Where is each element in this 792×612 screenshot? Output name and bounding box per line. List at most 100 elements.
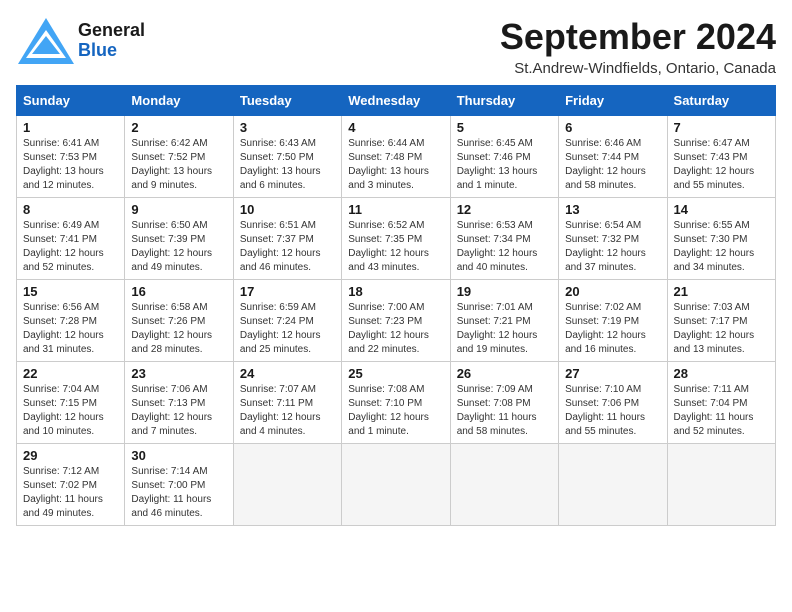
day-number: 18 [348,284,443,299]
day-header-friday: Friday [559,86,667,116]
day-detail: Sunrise: 7:10 AMSunset: 7:06 PMDaylight:… [565,383,660,439]
day-detail: Sunrise: 6:50 AMSunset: 7:39 PMDaylight:… [131,219,226,275]
day-detail: Sunrise: 7:06 AMSunset: 7:13 PMDaylight:… [131,383,226,439]
day-detail: Sunrise: 6:47 AMSunset: 7:43 PMDaylight:… [674,137,769,193]
logo-text: General Blue [78,21,145,61]
day-number: 16 [131,284,226,299]
day-detail: Sunrise: 7:14 AMSunset: 7:00 PMDaylight:… [131,465,226,521]
calendar-cell [450,444,558,526]
calendar-cell: 9 Sunrise: 6:50 AMSunset: 7:39 PMDayligh… [125,198,233,280]
day-detail: Sunrise: 7:08 AMSunset: 7:10 PMDaylight:… [348,383,443,439]
day-number: 1 [23,120,118,135]
calendar-cell [559,444,667,526]
calendar-cell: 15 Sunrise: 6:56 AMSunset: 7:28 PMDaylig… [17,280,125,362]
calendar-cell: 10 Sunrise: 6:51 AMSunset: 7:37 PMDaylig… [233,198,341,280]
day-detail: Sunrise: 6:45 AMSunset: 7:46 PMDaylight:… [457,137,552,193]
day-number: 30 [131,448,226,463]
day-detail: Sunrise: 7:02 AMSunset: 7:19 PMDaylight:… [565,301,660,357]
day-number: 19 [457,284,552,299]
day-number: 23 [131,366,226,381]
month-title: September 2024 [500,16,776,58]
logo-general: General [78,21,145,41]
day-number: 17 [240,284,335,299]
calendar-cell: 21 Sunrise: 7:03 AMSunset: 7:17 PMDaylig… [667,280,775,362]
calendar-body: 1 Sunrise: 6:41 AMSunset: 7:53 PMDayligh… [17,116,776,526]
calendar-week-3: 15 Sunrise: 6:56 AMSunset: 7:28 PMDaylig… [17,280,776,362]
day-number: 20 [565,284,660,299]
day-header-tuesday: Tuesday [233,86,341,116]
calendar-cell: 11 Sunrise: 6:52 AMSunset: 7:35 PMDaylig… [342,198,450,280]
day-detail: Sunrise: 6:49 AMSunset: 7:41 PMDaylight:… [23,219,118,275]
day-number: 6 [565,120,660,135]
day-number: 24 [240,366,335,381]
calendar-cell: 16 Sunrise: 6:58 AMSunset: 7:26 PMDaylig… [125,280,233,362]
calendar-cell: 2 Sunrise: 6:42 AMSunset: 7:52 PMDayligh… [125,116,233,198]
logo-icon [16,16,76,66]
logo-blue: Blue [78,41,145,61]
day-detail: Sunrise: 6:42 AMSunset: 7:52 PMDaylight:… [131,137,226,193]
calendar-cell: 1 Sunrise: 6:41 AMSunset: 7:53 PMDayligh… [17,116,125,198]
calendar-cell: 18 Sunrise: 7:00 AMSunset: 7:23 PMDaylig… [342,280,450,362]
day-detail: Sunrise: 6:59 AMSunset: 7:24 PMDaylight:… [240,301,335,357]
calendar-cell: 13 Sunrise: 6:54 AMSunset: 7:32 PMDaylig… [559,198,667,280]
day-detail: Sunrise: 7:12 AMSunset: 7:02 PMDaylight:… [23,465,118,521]
day-number: 10 [240,202,335,217]
calendar-cell: 29 Sunrise: 7:12 AMSunset: 7:02 PMDaylig… [17,444,125,526]
title-area: September 2024 St.Andrew-Windfields, Ont… [500,16,776,77]
calendar-cell [342,444,450,526]
page-header: General Blue September 2024 St.Andrew-Wi… [16,16,776,77]
day-number: 12 [457,202,552,217]
day-header-thursday: Thursday [450,86,558,116]
calendar-cell: 19 Sunrise: 7:01 AMSunset: 7:21 PMDaylig… [450,280,558,362]
calendar-cell: 4 Sunrise: 6:44 AMSunset: 7:48 PMDayligh… [342,116,450,198]
day-number: 4 [348,120,443,135]
day-detail: Sunrise: 6:54 AMSunset: 7:32 PMDaylight:… [565,219,660,275]
day-number: 9 [131,202,226,217]
calendar-header-row: SundayMondayTuesdayWednesdayThursdayFrid… [17,86,776,116]
day-detail: Sunrise: 6:46 AMSunset: 7:44 PMDaylight:… [565,137,660,193]
logo: General Blue [16,16,145,66]
calendar-cell: 5 Sunrise: 6:45 AMSunset: 7:46 PMDayligh… [450,116,558,198]
calendar-cell: 8 Sunrise: 6:49 AMSunset: 7:41 PMDayligh… [17,198,125,280]
day-header-monday: Monday [125,86,233,116]
calendar-cell: 22 Sunrise: 7:04 AMSunset: 7:15 PMDaylig… [17,362,125,444]
day-detail: Sunrise: 6:43 AMSunset: 7:50 PMDaylight:… [240,137,335,193]
calendar-cell [667,444,775,526]
calendar-cell: 7 Sunrise: 6:47 AMSunset: 7:43 PMDayligh… [667,116,775,198]
day-detail: Sunrise: 7:00 AMSunset: 7:23 PMDaylight:… [348,301,443,357]
day-number: 26 [457,366,552,381]
calendar-cell: 23 Sunrise: 7:06 AMSunset: 7:13 PMDaylig… [125,362,233,444]
day-number: 28 [674,366,769,381]
calendar-cell: 12 Sunrise: 6:53 AMSunset: 7:34 PMDaylig… [450,198,558,280]
day-number: 29 [23,448,118,463]
location-title: St.Andrew-Windfields, Ontario, Canada [500,60,776,77]
day-detail: Sunrise: 7:01 AMSunset: 7:21 PMDaylight:… [457,301,552,357]
day-number: 3 [240,120,335,135]
calendar-week-4: 22 Sunrise: 7:04 AMSunset: 7:15 PMDaylig… [17,362,776,444]
day-detail: Sunrise: 6:41 AMSunset: 7:53 PMDaylight:… [23,137,118,193]
calendar-cell: 28 Sunrise: 7:11 AMSunset: 7:04 PMDaylig… [667,362,775,444]
day-number: 2 [131,120,226,135]
day-detail: Sunrise: 7:04 AMSunset: 7:15 PMDaylight:… [23,383,118,439]
calendar-cell: 30 Sunrise: 7:14 AMSunset: 7:00 PMDaylig… [125,444,233,526]
day-number: 15 [23,284,118,299]
calendar-table: SundayMondayTuesdayWednesdayThursdayFrid… [16,85,776,526]
calendar-cell: 3 Sunrise: 6:43 AMSunset: 7:50 PMDayligh… [233,116,341,198]
calendar-cell: 26 Sunrise: 7:09 AMSunset: 7:08 PMDaylig… [450,362,558,444]
day-number: 11 [348,202,443,217]
day-number: 5 [457,120,552,135]
calendar-cell: 20 Sunrise: 7:02 AMSunset: 7:19 PMDaylig… [559,280,667,362]
calendar-cell: 17 Sunrise: 6:59 AMSunset: 7:24 PMDaylig… [233,280,341,362]
calendar-cell: 14 Sunrise: 6:55 AMSunset: 7:30 PMDaylig… [667,198,775,280]
day-number: 25 [348,366,443,381]
day-detail: Sunrise: 6:56 AMSunset: 7:28 PMDaylight:… [23,301,118,357]
day-number: 14 [674,202,769,217]
day-detail: Sunrise: 6:44 AMSunset: 7:48 PMDaylight:… [348,137,443,193]
day-detail: Sunrise: 6:53 AMSunset: 7:34 PMDaylight:… [457,219,552,275]
day-number: 7 [674,120,769,135]
day-detail: Sunrise: 7:07 AMSunset: 7:11 PMDaylight:… [240,383,335,439]
calendar-cell: 27 Sunrise: 7:10 AMSunset: 7:06 PMDaylig… [559,362,667,444]
day-header-sunday: Sunday [17,86,125,116]
day-detail: Sunrise: 6:52 AMSunset: 7:35 PMDaylight:… [348,219,443,275]
calendar-week-5: 29 Sunrise: 7:12 AMSunset: 7:02 PMDaylig… [17,444,776,526]
